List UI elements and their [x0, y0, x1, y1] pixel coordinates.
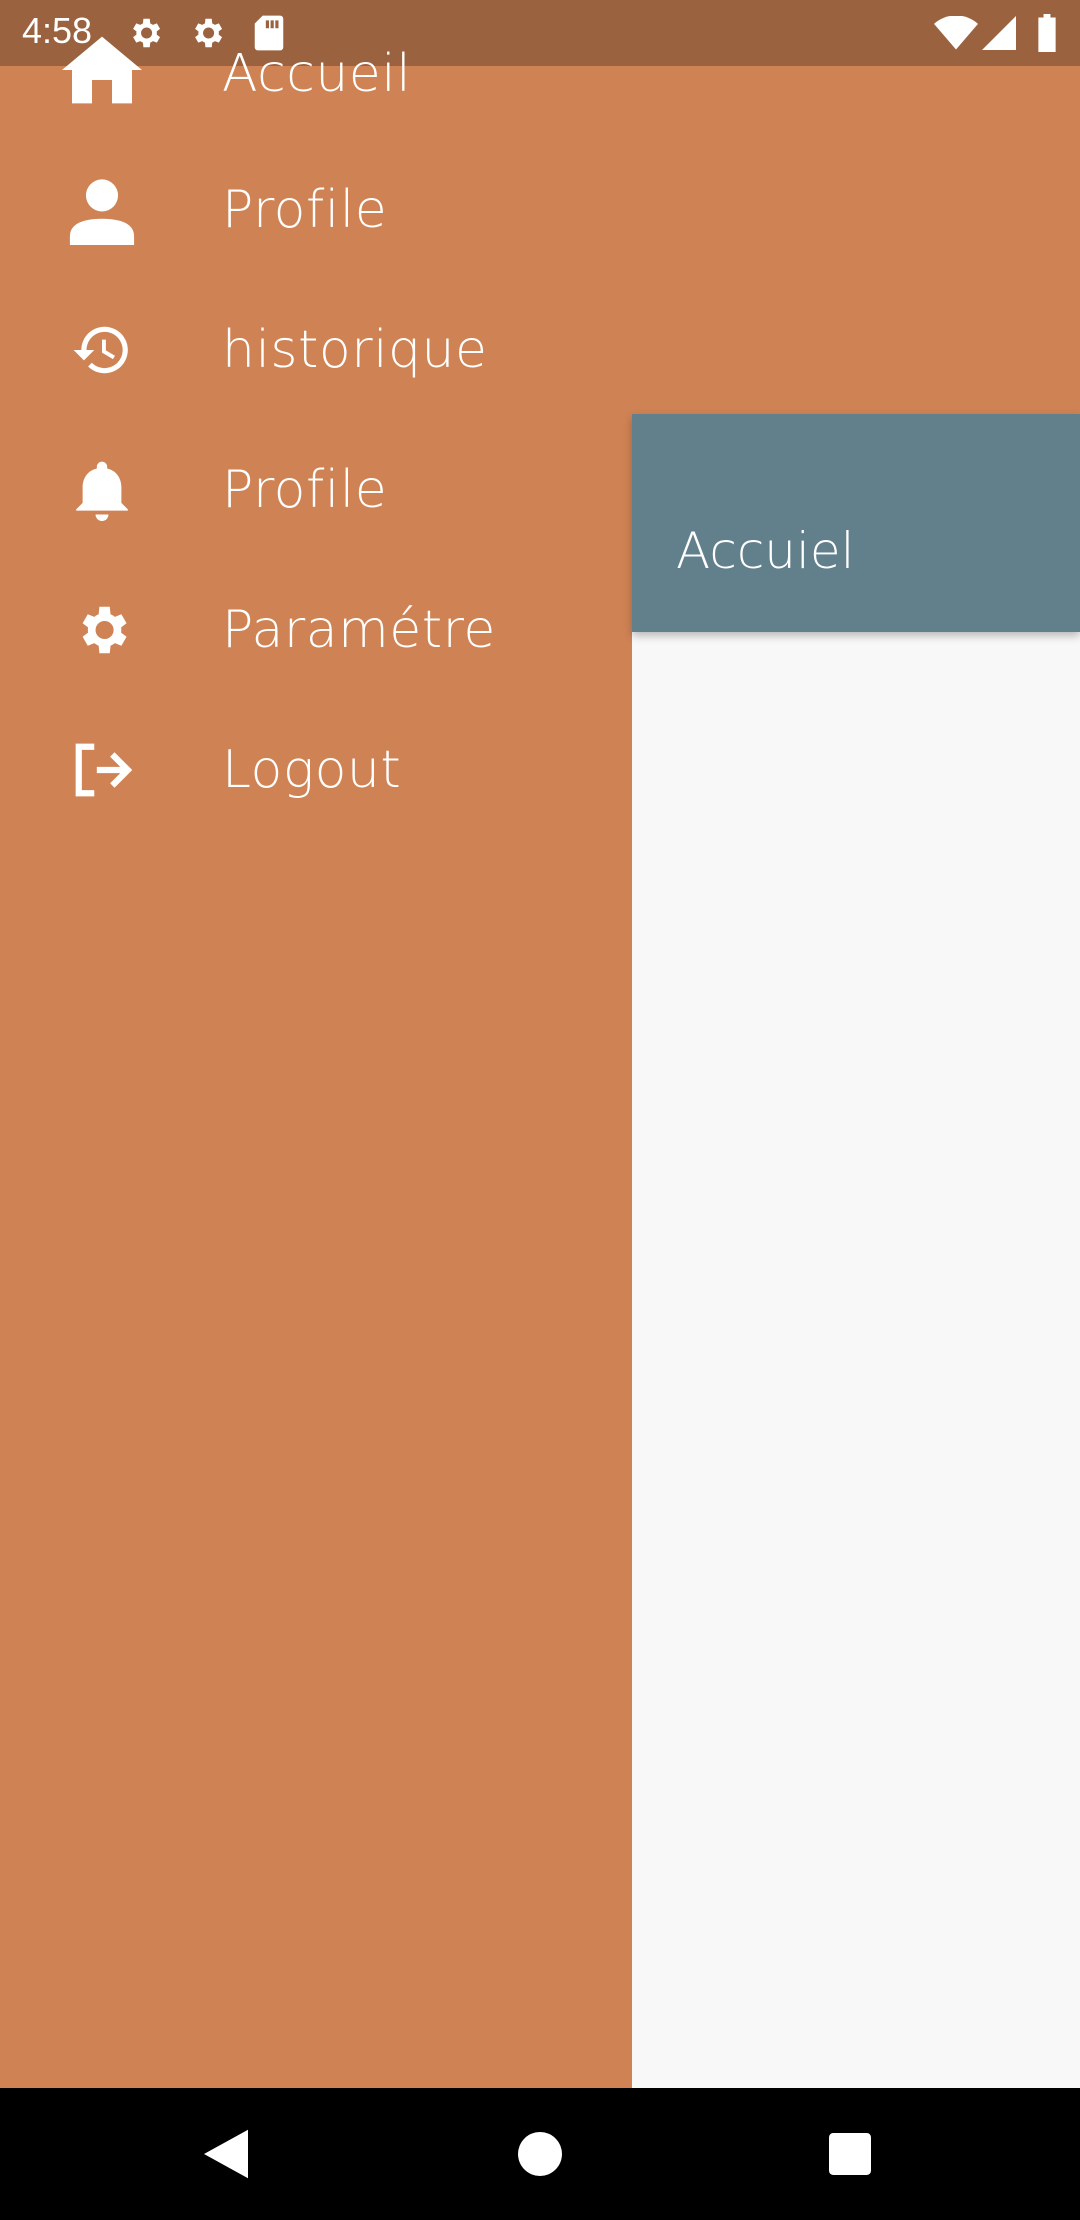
home-circle-icon[interactable]: [510, 2124, 570, 2184]
page-title: Accuiel: [676, 522, 855, 580]
drawer-item-historique[interactable]: historique: [0, 280, 632, 420]
history-icon: [62, 310, 142, 390]
header-background: [632, 66, 1080, 414]
drawer-item-notifications[interactable]: Profile: [0, 420, 632, 560]
drawer-item-label: Profile: [222, 180, 388, 240]
drawer-item-label: historique: [222, 320, 488, 380]
wifi-icon: [934, 15, 978, 54]
main-content: Accuiel: [632, 66, 1080, 2088]
gear-icon: [62, 590, 142, 670]
app-bar: Accuiel: [632, 414, 1080, 632]
signal-icon: [982, 16, 1016, 54]
drawer-item-profile[interactable]: Profile: [0, 140, 632, 280]
back-icon[interactable]: [196, 2124, 256, 2184]
drawer-item-label: Logout: [222, 740, 402, 800]
system-navigation-bar: [0, 2088, 1080, 2220]
battery-icon: [1036, 14, 1058, 56]
drawer-item-logout[interactable]: Logout: [0, 700, 632, 840]
person-icon: [62, 170, 142, 250]
drawer-item-label: Paramétre: [222, 600, 496, 660]
logout-icon: [62, 730, 142, 810]
drawer-item-accueil[interactable]: Accueil: [0, 0, 632, 140]
home-icon: [62, 30, 142, 110]
drawer-item-parametre[interactable]: Paramétre: [0, 560, 632, 700]
bell-icon: [62, 450, 142, 530]
drawer-item-label: Accueil: [222, 44, 412, 104]
recents-icon[interactable]: [820, 2124, 880, 2184]
drawer-item-label: Profile: [222, 460, 388, 520]
navigation-drawer: Accueil Profile historique Profile Param…: [0, 36, 632, 2088]
